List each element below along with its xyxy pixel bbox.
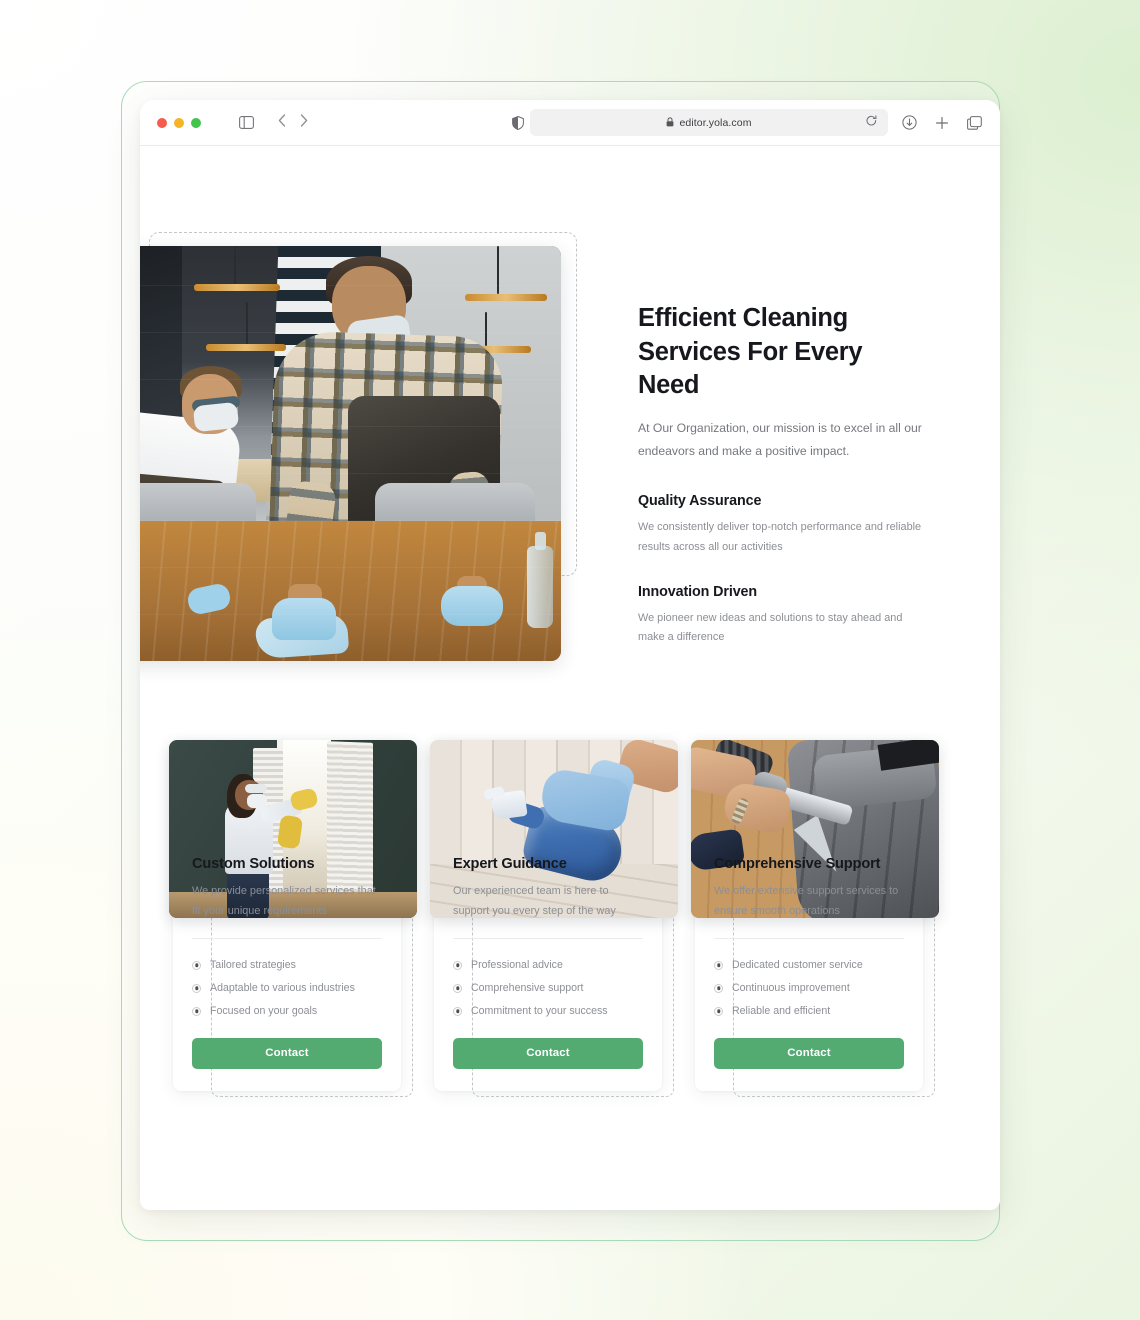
hero-text-column: Efficient Cleaning Services For Every Ne…: [638, 302, 928, 648]
card-bullet-list: Dedicated customer service Continuous im…: [714, 954, 904, 1023]
card-title: Comprehensive Support: [714, 856, 881, 872]
list-item-label: Adaptable to various industries: [210, 982, 355, 995]
browser-toolbar: editor.yola.com: [140, 100, 1000, 146]
bullet-dot-icon: [192, 960, 201, 970]
card-body: Comprehensive Support We offer extensive…: [714, 856, 904, 1069]
list-item: Tailored strategies: [192, 954, 382, 977]
contact-button[interactable]: Contact: [714, 1037, 904, 1069]
sidebar-toggle-icon[interactable]: [239, 116, 254, 129]
bullet-dot-icon: [192, 1006, 201, 1016]
card-title: Custom Solutions: [192, 856, 315, 872]
service-cards-row: Custom Solutions We provide personalized…: [169, 740, 967, 1097]
hero-image[interactable]: [140, 246, 561, 661]
list-item: Focused on your goals: [192, 1000, 382, 1023]
contact-button[interactable]: Contact: [453, 1037, 643, 1069]
bullet-dot-icon: [453, 1006, 462, 1016]
bullet-dot-icon: [714, 1006, 723, 1016]
list-item: Adaptable to various industries: [192, 977, 382, 1000]
card-body: Custom Solutions We provide personalized…: [192, 856, 382, 1069]
list-item: Dedicated customer service: [714, 954, 904, 977]
forward-button[interactable]: [300, 113, 308, 132]
list-item-label: Professional advice: [471, 959, 563, 972]
bullet-dot-icon: [453, 983, 462, 993]
card-bullet-list: Tailored strategies Adaptable to various…: [192, 954, 382, 1023]
site-canvas: Efficient Cleaning Services For Every Ne…: [140, 146, 1000, 1210]
feature-innovation-driven: Innovation Driven We pioneer new ideas a…: [638, 584, 928, 648]
maximize-window-button[interactable]: [191, 117, 201, 128]
bullet-dot-icon: [192, 983, 201, 993]
feature-quality-assurance: Quality Assurance We consistently delive…: [638, 493, 928, 557]
url-text: editor.yola.com: [679, 116, 752, 129]
service-card-custom-solutions[interactable]: Custom Solutions We provide personalized…: [169, 740, 417, 1097]
plus-icon[interactable]: [935, 116, 949, 130]
feature-title: Innovation Driven: [638, 583, 758, 600]
toolbar-right-actions: [902, 115, 982, 130]
lock-icon: [666, 116, 674, 129]
list-item-label: Reliable and efficient: [732, 1005, 831, 1018]
close-window-button[interactable]: [157, 117, 167, 128]
list-item-label: Tailored strategies: [210, 959, 296, 972]
card-bullet-list: Professional advice Comprehensive suppor…: [453, 954, 643, 1023]
list-item: Continuous improvement: [714, 977, 904, 1000]
card-description: We provide personalized services that fi…: [192, 885, 376, 917]
reload-icon[interactable]: [866, 115, 877, 130]
card-description: We offer extensive support services to e…: [714, 885, 899, 917]
card-divider: [714, 937, 904, 939]
list-item-label: Commitment to your success: [471, 1005, 608, 1018]
list-item: Comprehensive support: [453, 977, 643, 1000]
card-divider: [453, 937, 643, 939]
back-button[interactable]: [278, 113, 286, 132]
list-item-label: Continuous improvement: [732, 982, 850, 995]
address-bar[interactable]: editor.yola.com: [530, 109, 888, 136]
minimize-window-button[interactable]: [174, 117, 184, 128]
card-title: Expert Guidance: [453, 856, 567, 872]
service-card-comprehensive-support[interactable]: Comprehensive Support We offer extensive…: [691, 740, 939, 1097]
bullet-dot-icon: [453, 960, 462, 970]
list-item-label: Dedicated customer service: [732, 959, 863, 972]
list-item: Professional advice: [453, 954, 643, 977]
list-item: Commitment to your success: [453, 1000, 643, 1023]
browser-window: editor.yola.com Efficient Cleaning Servi…: [140, 100, 1000, 1210]
card-body: Expert Guidance Our experienced team is …: [453, 856, 643, 1069]
nav-arrows: [278, 113, 308, 132]
privacy-shield-icon[interactable]: [512, 115, 524, 130]
card-description: Our experienced team is here to support …: [453, 885, 616, 917]
list-item-label: Focused on your goals: [210, 1005, 318, 1018]
window-traffic-lights: [157, 117, 201, 128]
download-icon[interactable]: [902, 115, 917, 130]
feature-text: We pioneer new ideas and solutions to st…: [638, 611, 903, 644]
contact-button[interactable]: Contact: [192, 1037, 382, 1069]
hero-subheading: At Our Organization, our mission is to e…: [638, 420, 922, 458]
bullet-dot-icon: [714, 960, 723, 970]
service-card-expert-guidance[interactable]: Expert Guidance Our experienced team is …: [430, 740, 678, 1097]
feature-text: We consistently deliver top-notch perfor…: [638, 521, 922, 553]
hero-image-artwork: [140, 246, 561, 661]
list-item-label: Comprehensive support: [471, 982, 584, 995]
page-title: Efficient Cleaning Services For Every Ne…: [638, 304, 863, 400]
bullet-dot-icon: [714, 983, 723, 993]
card-divider: [192, 937, 382, 939]
tab-overview-icon[interactable]: [967, 115, 982, 130]
list-item: Reliable and efficient: [714, 1000, 904, 1023]
feature-title: Quality Assurance: [638, 493, 762, 510]
